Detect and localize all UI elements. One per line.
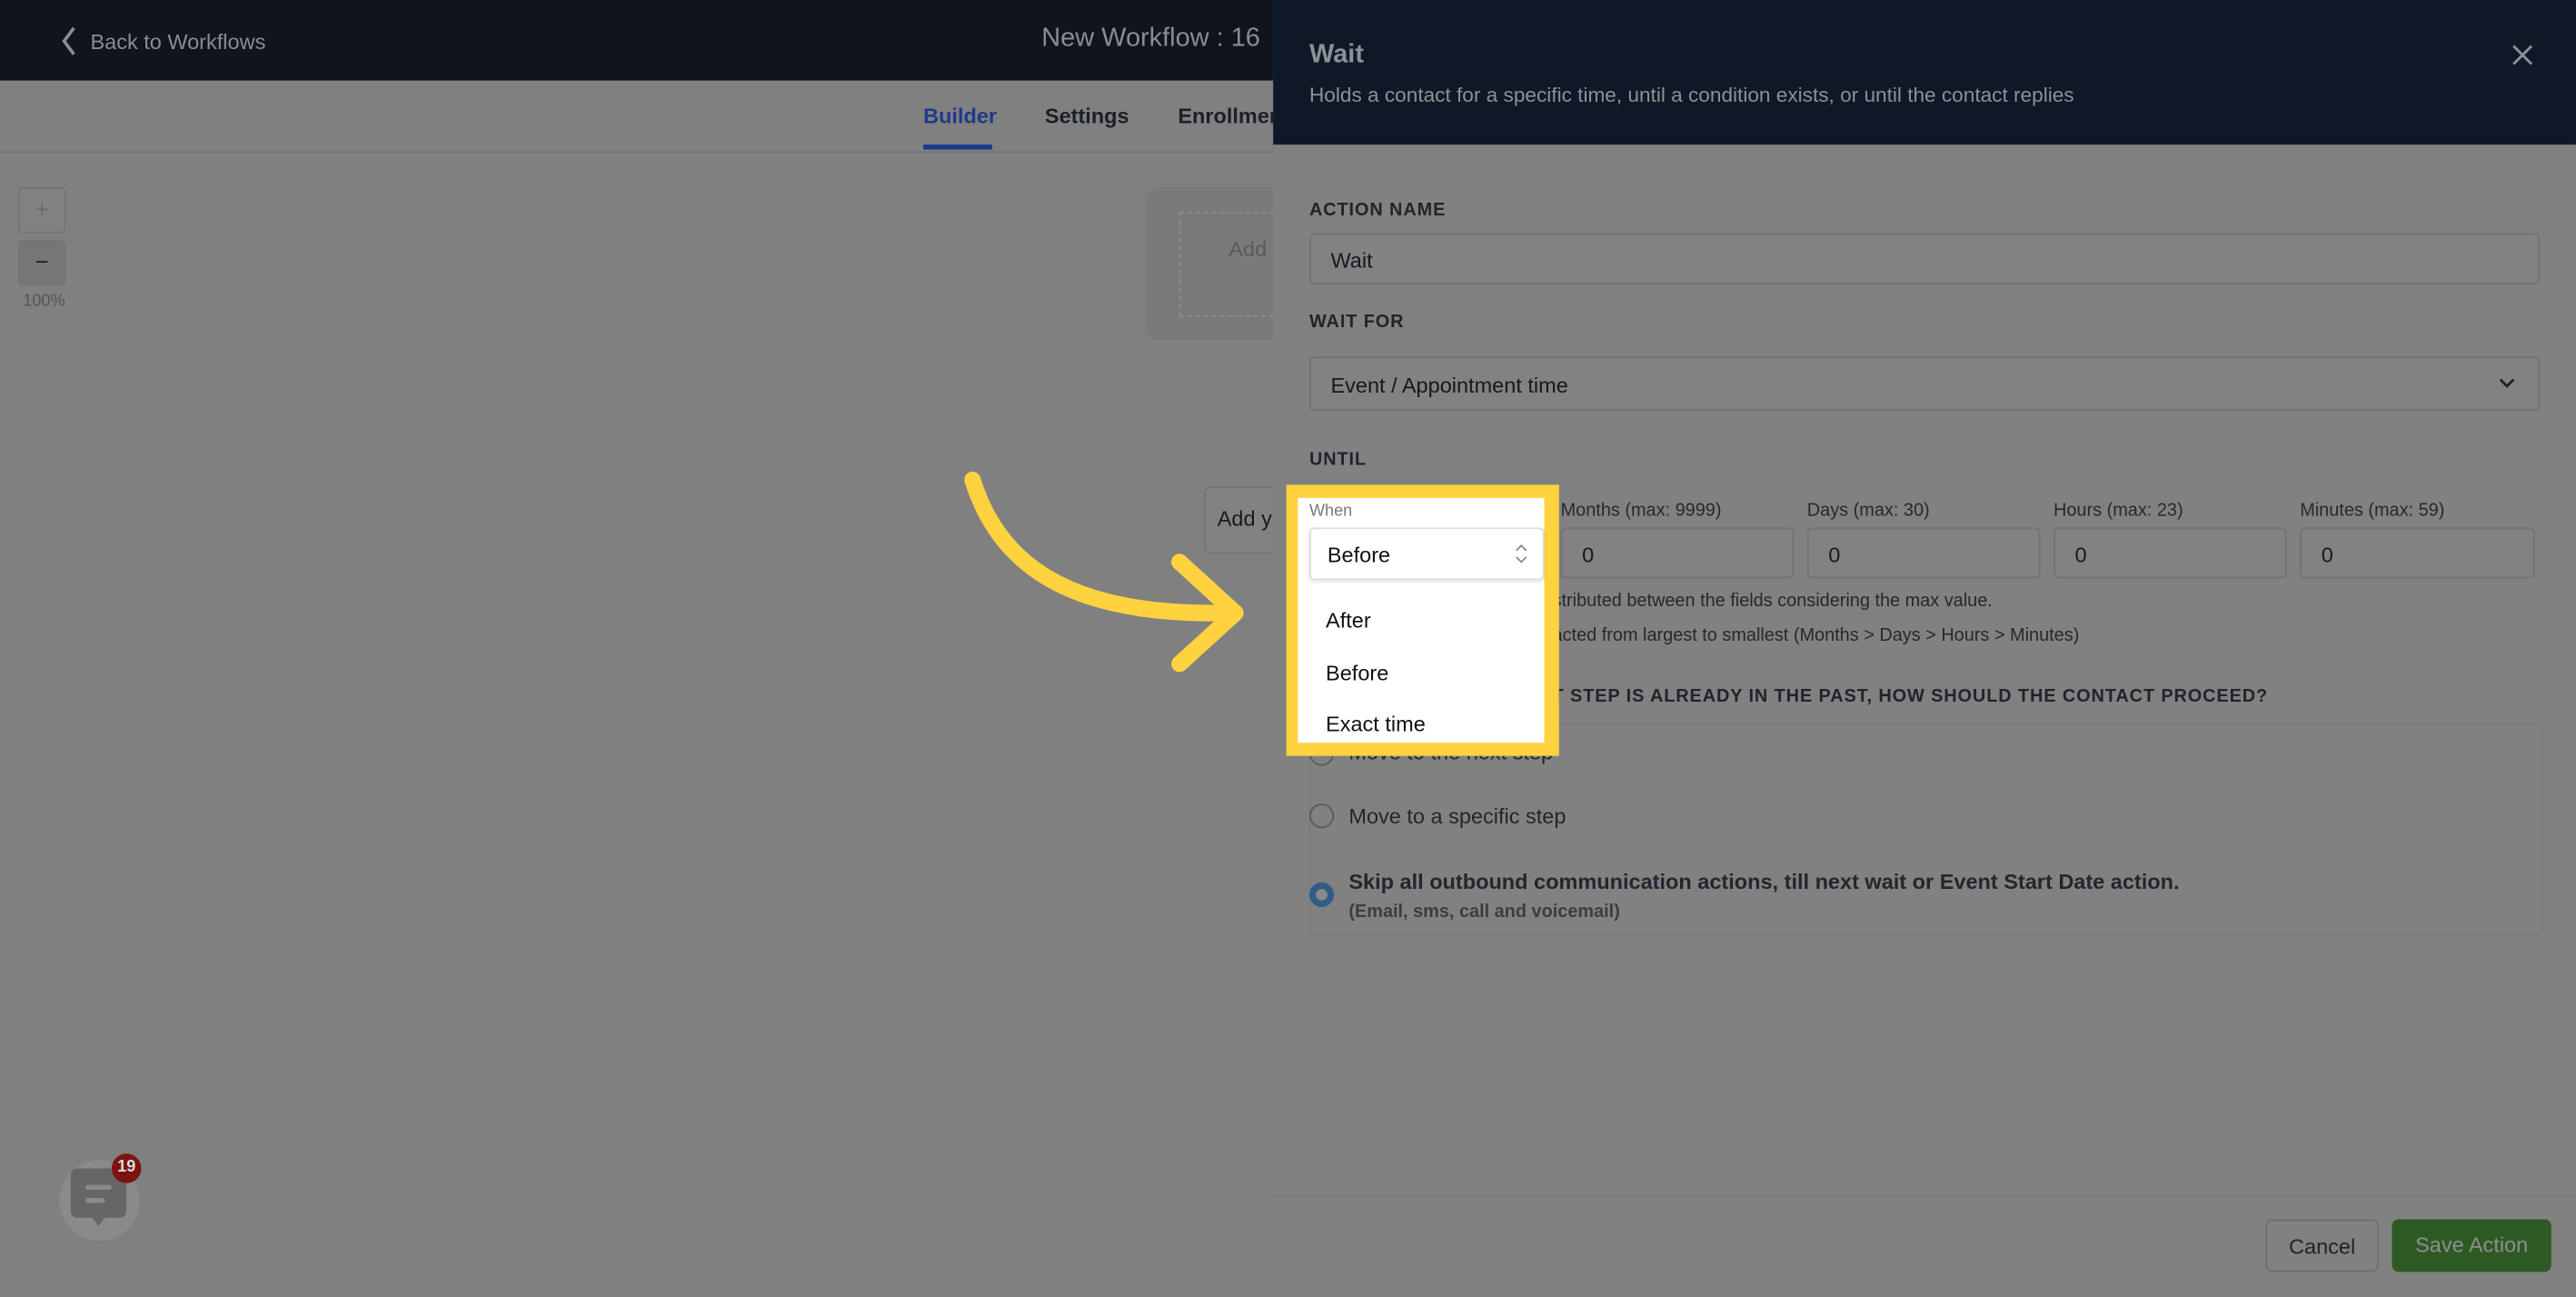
help-text-2: acted from largest to smallest (Months >… [1552, 625, 2080, 646]
hours-label: Hours (max: 23) [2054, 501, 2183, 522]
when-select[interactable]: Before [1308, 527, 1545, 581]
panel-title: Wait [1308, 41, 1364, 69]
tab-settings[interactable]: Settings [1045, 104, 1129, 128]
wait-for-select[interactable]: Event / Appointment time [1308, 356, 2541, 411]
workflow-title: New Workflow : 16 [1041, 25, 1260, 53]
when-value: Before [1327, 542, 1391, 567]
months-input[interactable]: 0 [1560, 527, 1795, 579]
zoom-level: 100% [23, 292, 65, 311]
radio-specific-step-label: Move to a specific step [1348, 803, 1566, 829]
back-label: Back to Workflows [90, 28, 266, 54]
minutes-input[interactable]: 0 [2300, 527, 2535, 579]
when-option-exact-time[interactable]: Exact time [1326, 712, 1426, 736]
back-to-workflows-link[interactable]: Back to Workflows [61, 26, 265, 56]
footer-divider [1273, 1194, 2576, 1197]
action-name-input[interactable]: Wait [1308, 233, 2541, 284]
wait-for-label: WAIT FOR [1308, 312, 1405, 333]
add-trigger-text: Add [1228, 236, 1268, 262]
radio-skip-outbound[interactable] [1308, 882, 1335, 908]
action-name-label: ACTION NAME [1308, 200, 1447, 221]
when-option-before[interactable]: Before [1326, 661, 1388, 685]
radio-specific-step[interactable] [1308, 803, 1335, 829]
up-down-chevron-icon [1516, 544, 1527, 564]
active-tab-indicator [923, 145, 993, 150]
panel-subtitle: Holds a contact for a specific time, unt… [1308, 84, 2074, 107]
help-text-1: stributed between the fields considering… [1552, 591, 1993, 612]
pointer-arrow-icon [964, 471, 1244, 673]
tab-builder[interactable]: Builder [923, 104, 997, 128]
zoom-out-button[interactable]: − [17, 239, 66, 286]
radio-skip-outbound-sub: (Email, sms, call and voicemail) [1348, 902, 1620, 923]
cancel-button[interactable]: Cancel [2265, 1219, 2379, 1272]
zoom-in-button[interactable]: + [17, 187, 66, 234]
panel-header: Wait Holds a contact for a specific time… [1273, 0, 2576, 145]
when-dropdown-highlight: When Before After Before Exact time [1286, 484, 1559, 756]
when-option-after[interactable]: After [1326, 608, 1371, 633]
chevron-down-icon [2499, 378, 2515, 388]
hours-input[interactable]: 0 [2054, 527, 2287, 579]
chevron-left-icon [62, 26, 75, 55]
radio-skip-outbound-label: Skip all outbound communication actions,… [1348, 869, 2180, 894]
when-dropdown: When Before After Before Exact time [1298, 497, 1545, 743]
until-label: UNTIL [1308, 450, 1368, 471]
tab-enrollment[interactable]: Enrollmen [1178, 104, 1282, 128]
chat-badge: 19 [111, 1153, 142, 1183]
days-label: Days (max: 30) [1806, 501, 1930, 522]
minutes-label: Minutes (max: 59) [2300, 501, 2445, 522]
tab-bar: Builder Settings Enrollmen [0, 81, 1282, 154]
chat-widget[interactable]: 19 [59, 1153, 142, 1242]
months-label: Months (max: 9999) [1560, 501, 1722, 522]
save-action-button[interactable]: Save Action [2392, 1219, 2551, 1272]
when-label: When [1308, 503, 1353, 522]
wait-for-value: Event / Appointment time [1330, 373, 1568, 398]
past-step-question: T STEP IS ALREADY IN THE PAST, HOW SHOUL… [1552, 686, 2269, 707]
days-input[interactable]: 0 [1806, 527, 2041, 579]
close-icon[interactable] [2511, 45, 2533, 66]
